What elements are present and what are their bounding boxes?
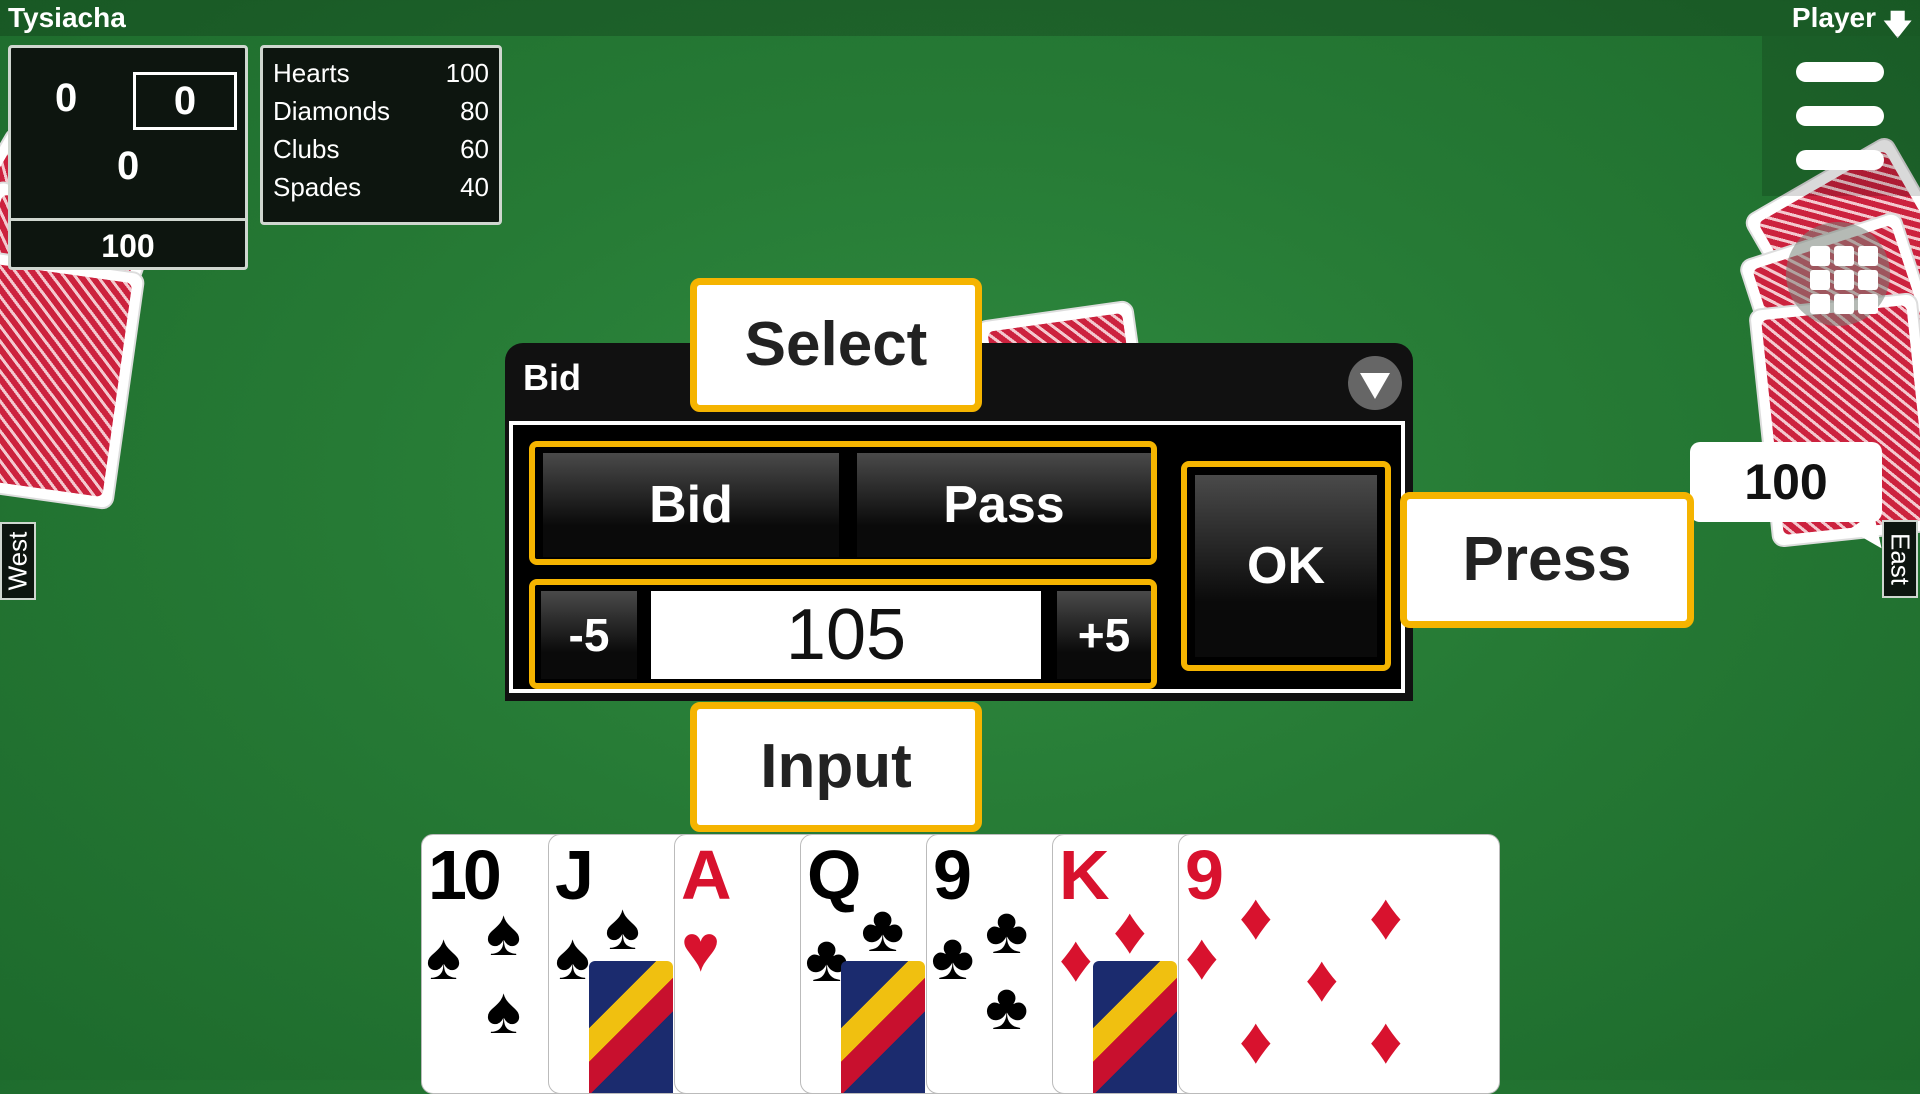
- spade-icon: ♠: [605, 889, 641, 963]
- app-title: Tysiacha: [8, 2, 126, 33]
- suit-name: Spades: [273, 172, 362, 202]
- club-icon: ♣: [985, 969, 1029, 1043]
- diamond-icon: ♦: [1185, 919, 1219, 993]
- suit-value: 60: [460, 134, 489, 164]
- grid-icon: [1834, 246, 1854, 266]
- pass-option-button[interactable]: Pass: [857, 453, 1151, 557]
- diamond-icon: ♦: [1239, 1003, 1273, 1077]
- spade-icon: ♠: [555, 919, 591, 993]
- score-player-b: 0: [133, 72, 237, 130]
- grid-icon: [1858, 294, 1878, 314]
- west-card-back: [0, 249, 146, 511]
- hamburger-icon[interactable]: [1796, 106, 1884, 126]
- grid-icon: [1834, 270, 1854, 290]
- current-bid: 100: [101, 228, 155, 264]
- suit-name: Clubs: [273, 134, 340, 164]
- diamond-icon: ♦: [1305, 941, 1339, 1015]
- card-rank: K: [1059, 836, 1110, 914]
- suit-row: Spades 40: [273, 172, 489, 206]
- suit-row: Hearts 100: [273, 58, 489, 92]
- player-label: Player: [1791, 2, 1876, 33]
- grid-icon: [1810, 294, 1830, 314]
- scoreboard: 0 0 0 100: [8, 45, 248, 270]
- top-bar: [0, 0, 1920, 36]
- bid-option-button[interactable]: Bid: [543, 453, 839, 557]
- diamond-icon: ♦: [1113, 893, 1147, 967]
- card-rank: 9: [1185, 836, 1224, 914]
- suit-name: Hearts: [273, 58, 350, 88]
- east-bid-bubble: 100: [1690, 442, 1882, 522]
- score-player-a: 0: [55, 76, 78, 120]
- callout-select: Select: [690, 278, 982, 412]
- spade-icon: ♠: [486, 895, 522, 969]
- grid-icon: [1810, 270, 1830, 290]
- club-icon: ♣: [931, 919, 975, 993]
- diamond-icon: ♦: [1369, 879, 1403, 953]
- card-rank: J: [555, 836, 594, 914]
- score-player-c: 0: [117, 144, 140, 188]
- seat-label-west: West: [0, 522, 36, 600]
- diamond-icon: ♦: [1369, 1003, 1403, 1077]
- dialog-title: Bid: [523, 357, 581, 398]
- suit-value: 80: [460, 96, 489, 126]
- card-rank: Q: [807, 836, 861, 914]
- grid-icon: [1810, 246, 1830, 266]
- suit-row: Diamonds 80: [273, 96, 489, 130]
- bid-amount-group: -5 105 +5: [529, 579, 1157, 689]
- decrease-bid-button[interactable]: -5: [541, 591, 637, 679]
- suit-value: 40: [460, 172, 489, 202]
- diamond-icon: ♦: [1239, 879, 1273, 953]
- club-icon: ♣: [861, 891, 905, 965]
- card-rank: A: [681, 836, 732, 914]
- dialog-body: Bid Pass -5 105 +5 OK: [509, 421, 1405, 693]
- suit-value: 100: [445, 58, 489, 88]
- diamond-icon: ♦: [1059, 921, 1093, 995]
- suit-row: Clubs 60: [273, 134, 489, 168]
- triangle-down-icon: [1360, 373, 1390, 399]
- grid-icon: [1858, 270, 1878, 290]
- seat-label-text: West: [2, 531, 33, 591]
- club-icon: ♣: [985, 893, 1029, 967]
- card-rank: 9: [933, 836, 972, 914]
- ok-button-frame: OK: [1181, 461, 1391, 671]
- hamburger-icon[interactable]: [1796, 62, 1884, 82]
- grid-button[interactable]: [1786, 222, 1890, 326]
- ok-button[interactable]: OK: [1195, 475, 1377, 657]
- heart-icon: ♥: [681, 911, 721, 985]
- hamburger-icon[interactable]: [1796, 150, 1884, 170]
- spade-icon: ♠: [426, 919, 462, 993]
- queen-face-art: [841, 961, 925, 1093]
- grid-icon: [1834, 294, 1854, 314]
- increase-bid-button[interactable]: +5: [1057, 591, 1151, 679]
- hand-card[interactable]: 9 ♦ ♦ ♦ ♦ ♦ ♦: [1178, 834, 1500, 1094]
- callout-input: Input: [690, 702, 982, 832]
- suit-name: Diamonds: [273, 96, 391, 126]
- bid-amount-input[interactable]: 105: [651, 591, 1041, 679]
- king-face-art: [1093, 961, 1177, 1093]
- divider: [11, 218, 245, 221]
- bid-pass-selector: Bid Pass: [529, 441, 1157, 565]
- spade-icon: ♠: [486, 973, 522, 1047]
- collapse-button[interactable]: [1348, 356, 1402, 410]
- suit-values-panel: Hearts 100 Diamonds 80 Clubs 60 Spades 4…: [260, 45, 502, 225]
- grid-icon: [1858, 246, 1878, 266]
- jack-face-art: [589, 961, 673, 1093]
- callout-press: Press: [1400, 492, 1694, 628]
